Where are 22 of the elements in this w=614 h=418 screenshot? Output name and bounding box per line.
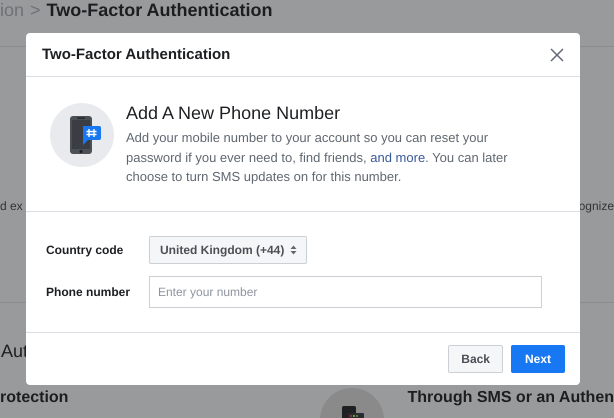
background-text: d ex [0, 199, 23, 214]
background-text: ognize [578, 199, 614, 214]
country-code-select[interactable]: United Kingdom (+44) [149, 236, 308, 264]
sort-caret-icon [290, 245, 298, 255]
and-more-link[interactable]: and more [370, 150, 426, 164]
close-button[interactable] [548, 46, 566, 64]
section-heading: Aut [1, 341, 28, 361]
next-button[interactable]: Next [510, 345, 565, 373]
back-button[interactable]: Back [448, 345, 503, 373]
dialog-heading: Add A New Phone Number [126, 102, 342, 124]
item-title: Through SMS or an Authen [408, 389, 614, 407]
breadcrumb-current: Two-Factor Authentication [46, 0, 273, 20]
close-icon [550, 48, 564, 62]
dialog-title: Two-Factor Authentication [42, 46, 230, 63]
field-label: Phone number [46, 285, 132, 299]
description: Add your mobile number to your account so you can reset your password if you ever need to, find friends, and more. You can later choose to turn SMS updates on for this number. [126, 129, 509, 186]
field-label: Country code [46, 243, 124, 257]
phone-icon [50, 103, 114, 167]
breadcrumb-separator: > [30, 0, 41, 20]
phone-icon [320, 388, 384, 418]
item-title: rotection [0, 389, 70, 407]
phone-number-field[interactable]: Enter your number [149, 276, 542, 308]
